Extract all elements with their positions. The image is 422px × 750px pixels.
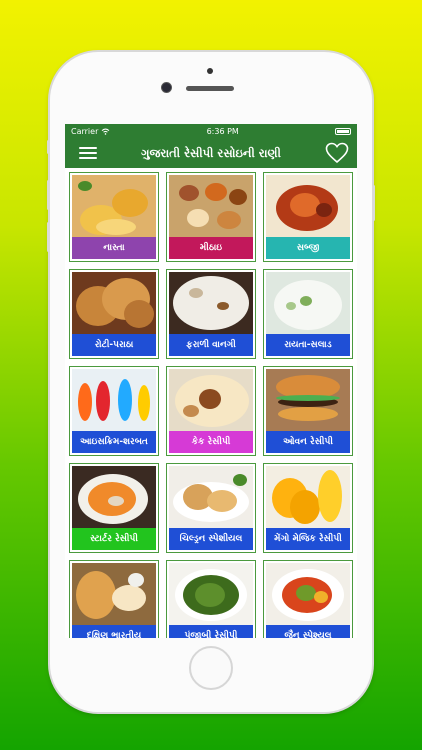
app-screen: Carrier 6:36 PM ગુજરાતી રેસીપી રસોઇની રા… bbox=[65, 124, 357, 638]
mango-photo bbox=[266, 466, 350, 528]
category-label: ચિલ્ડ્રન સ્પેશીયલ bbox=[169, 528, 253, 550]
hamburger-menu-icon[interactable] bbox=[79, 147, 97, 159]
category-tile[interactable]: મીઠાઇ bbox=[166, 172, 256, 262]
category-tile[interactable]: કેક રેસીપી bbox=[166, 366, 256, 456]
home-button[interactable] bbox=[189, 646, 233, 690]
category-label: નાસ્તા bbox=[72, 237, 156, 259]
palak-dish-photo bbox=[169, 563, 253, 625]
clock-time: 6:36 PM bbox=[206, 126, 239, 136]
raita-photo bbox=[266, 272, 350, 334]
category-label: કેક રેસીપી bbox=[169, 431, 253, 453]
category-label: પંજાબી રેસીપી bbox=[169, 625, 253, 638]
category-label: રાયતા-સલાડ bbox=[266, 334, 350, 356]
navigation-bar: ગુજરાતી રેસીપી રસોઇની રાણી bbox=[65, 138, 357, 168]
mute-switch bbox=[47, 140, 50, 154]
category-tile[interactable]: આઇસક્રિમ-શરબત bbox=[69, 366, 159, 456]
category-label: મેંગો મેજિક રેસીપી bbox=[266, 528, 350, 550]
front-camera-icon bbox=[161, 82, 172, 93]
category-label: જૈન સ્પેશ્યલ bbox=[266, 625, 350, 638]
wifi-icon bbox=[102, 128, 110, 135]
category-label: ઓવન રેસીપી bbox=[266, 431, 350, 453]
category-tile[interactable]: ચિલ્ડ્રન સ્પેશીયલ bbox=[166, 463, 256, 553]
category-label: સબ્જી bbox=[266, 237, 350, 259]
jain-dish-photo bbox=[266, 563, 350, 625]
status-bar: Carrier 6:36 PM bbox=[65, 124, 357, 138]
category-tile[interactable]: ઓવન રેસીપી bbox=[263, 366, 353, 456]
app-title: ગુજરાતી રેસીપી રસોઇની રાણી bbox=[141, 145, 281, 160]
category-tile[interactable]: સબ્જી bbox=[263, 172, 353, 262]
volume-up-button bbox=[47, 180, 50, 210]
curry-photo bbox=[266, 175, 350, 237]
category-tile[interactable]: રોટી-પરાઠા bbox=[69, 269, 159, 359]
sandwich-photo bbox=[169, 466, 253, 528]
carrier-label: Carrier bbox=[71, 126, 99, 136]
category-tile[interactable]: સ્ટાર્ટર રેસીપી bbox=[69, 463, 159, 553]
soup-photo bbox=[72, 466, 156, 528]
category-label: દક્ષિણ ભારતીય bbox=[72, 625, 156, 638]
category-tile[interactable]: રાયતા-સલાડ bbox=[263, 269, 353, 359]
heart-icon[interactable] bbox=[325, 142, 349, 164]
drinks-photo bbox=[72, 369, 156, 431]
category-label: ફરાળી વાનગી bbox=[169, 334, 253, 356]
category-tile[interactable]: દક્ષિણ ભારતીય bbox=[69, 560, 159, 638]
volume-down-button bbox=[47, 222, 50, 252]
category-label: રોટી-પરાઠા bbox=[72, 334, 156, 356]
sweets-photo bbox=[169, 175, 253, 237]
category-label: સ્ટાર્ટર રેસીપી bbox=[72, 528, 156, 550]
category-label: મીઠાઇ bbox=[169, 237, 253, 259]
paratha-photo bbox=[72, 272, 156, 334]
cake-photo bbox=[169, 369, 253, 431]
category-tile[interactable]: પંજાબી રેસીપી bbox=[166, 560, 256, 638]
dosa-photo bbox=[72, 563, 156, 625]
category-label: આઇસક્રિમ-શરબત bbox=[72, 431, 156, 453]
battery-icon bbox=[335, 127, 351, 135]
farali-dish-photo bbox=[169, 272, 253, 334]
power-button bbox=[372, 185, 375, 221]
earpiece-speaker bbox=[186, 86, 234, 91]
category-tile[interactable]: મેંગો મેજિક રેસીપી bbox=[263, 463, 353, 553]
category-tile[interactable]: જૈન સ્પેશ્યલ bbox=[263, 560, 353, 638]
proximity-sensor bbox=[207, 68, 213, 74]
burger-photo bbox=[266, 369, 350, 431]
category-tile[interactable]: ફરાળી વાનગી bbox=[166, 269, 256, 359]
dhokla-photo bbox=[72, 175, 156, 237]
category-tile[interactable]: નાસ્તા bbox=[69, 172, 159, 262]
category-grid: નાસ્તા મીઠાઇ સબ્જી રોટી-પરાઠા ફરાળી વાનગી રાય… bbox=[65, 168, 357, 638]
